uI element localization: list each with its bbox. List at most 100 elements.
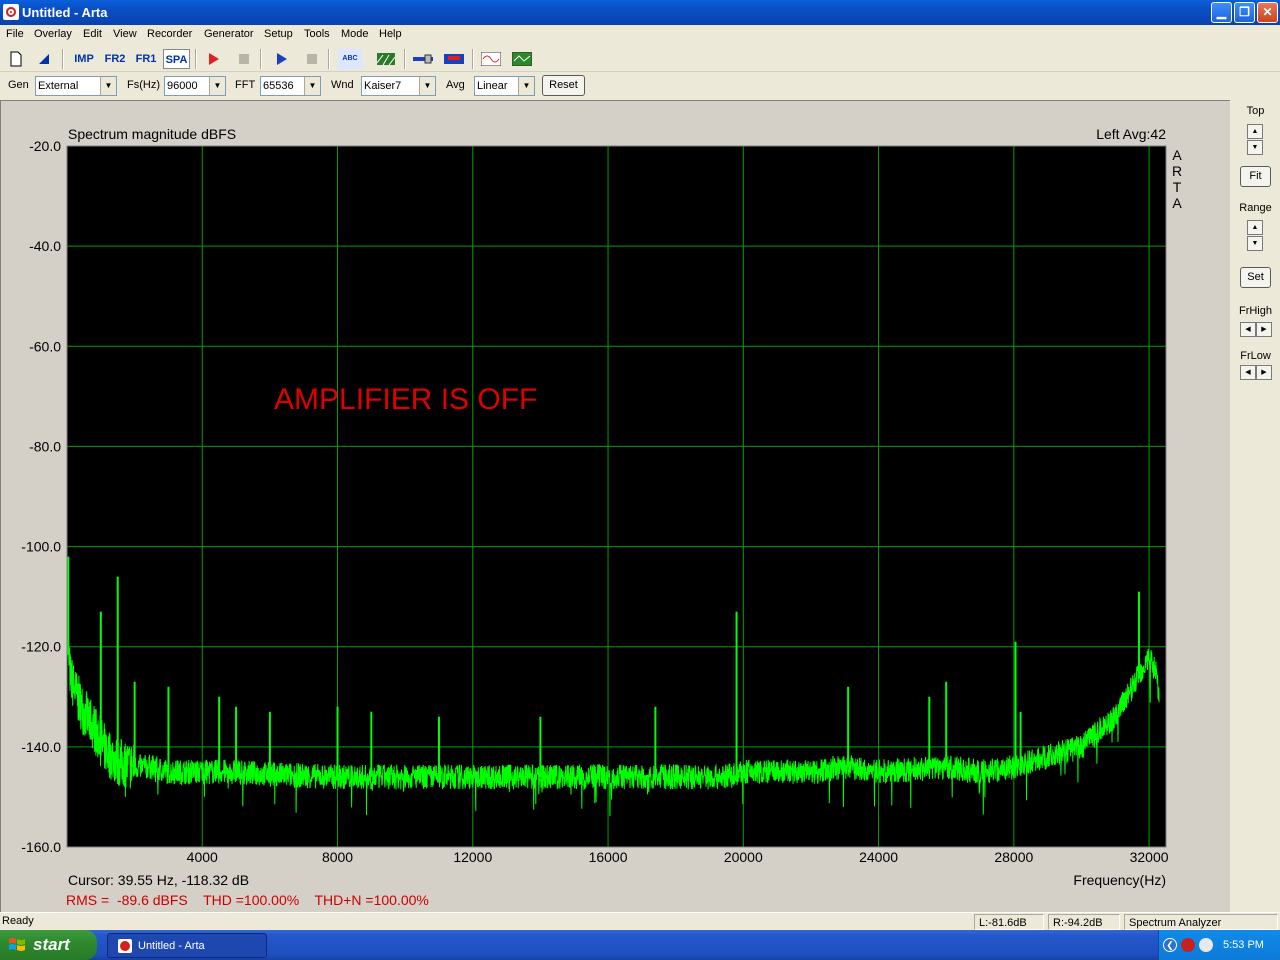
menu-overlay[interactable]: Overlay: [34, 28, 72, 40]
y-tick-label: -80.0: [29, 438, 61, 454]
left-level-readout: L:-81.6dB: [974, 914, 1044, 930]
x-tick-label: 32000: [1130, 849, 1169, 865]
spectrum-chart[interactable]: 4000 8000 12000 16000 20000 24000 28000 32000 -2…: [0, 100, 1230, 912]
y-tick-label: -140.0: [21, 739, 61, 755]
y-tick-label: -60.0: [29, 338, 61, 354]
stop-icon: [239, 54, 249, 64]
fft-select[interactable]: 65536 ▼: [260, 76, 321, 96]
frhigh-right-button[interactable]: ▶: [1256, 322, 1272, 337]
level-meter-icon: [413, 54, 433, 64]
menu-mode[interactable]: Mode: [341, 28, 369, 40]
top-up-button[interactable]: ▲: [1247, 124, 1263, 139]
spa-mode-button[interactable]: SPA: [163, 49, 190, 69]
menu-tools[interactable]: Tools: [304, 28, 330, 40]
chevron-left-icon[interactable]: ❮: [1163, 938, 1177, 952]
fs-select[interactable]: 96000 ▼: [164, 76, 226, 96]
title-bar: Untitled - Arta ▁ ❐ ✕: [0, 0, 1280, 25]
status-ready: Ready: [2, 915, 34, 927]
maximize-button[interactable]: ❐: [1234, 2, 1255, 23]
start-button[interactable]: start: [0, 930, 97, 960]
y-tick-label: -40.0: [29, 238, 61, 254]
overlay-icon: [376, 53, 396, 66]
frlow-right-button[interactable]: ▶: [1256, 365, 1272, 380]
overlay-button[interactable]: [375, 49, 397, 69]
x-tick-label: 12000: [453, 849, 492, 865]
toolbar: IMP FR2 FR1 SPA ABC: [0, 46, 1280, 72]
signal-monitor-button[interactable]: [511, 49, 533, 69]
amplifier-off-annotation: AMPLIFIER IS OFF: [274, 383, 537, 416]
open-button[interactable]: [33, 49, 55, 69]
frlow-label: FrLow: [1240, 350, 1271, 362]
status-bar: Ready L:-81.6dB R:-94.2dB Spectrum Analy…: [0, 912, 1280, 930]
chevron-down-icon[interactable]: ▼: [419, 77, 435, 95]
generator-stop-button[interactable]: [301, 49, 323, 69]
minimize-button[interactable]: ▁: [1211, 2, 1232, 23]
toolbar-separator: [404, 49, 406, 69]
new-document-icon: [10, 51, 22, 67]
menu-generator[interactable]: Generator: [204, 28, 254, 40]
new-document-button[interactable]: [5, 49, 27, 69]
level-meter-button[interactable]: [412, 49, 434, 69]
chevron-down-icon[interactable]: ▼: [100, 77, 116, 95]
frlow-left-button[interactable]: ◀: [1240, 365, 1256, 380]
scale-control-panel: Top ▲ ▼ Fit Range ▲ ▼ Set FrHigh ◀ ▶ FrL…: [1231, 100, 1280, 912]
close-button[interactable]: ✕: [1257, 2, 1278, 23]
network-icon[interactable]: [1199, 938, 1213, 952]
abc-button[interactable]: ABC: [338, 49, 362, 69]
play-blue-icon: [277, 53, 287, 65]
menu-file[interactable]: File: [6, 28, 24, 40]
record-stop-button[interactable]: [233, 49, 255, 69]
x-tick-label: 8000: [322, 849, 353, 865]
fit-button[interactable]: Fit: [1240, 166, 1271, 187]
sine-wave-icon: [480, 51, 502, 67]
frhigh-left-button[interactable]: ◀: [1240, 322, 1256, 337]
toolbar-separator: [328, 49, 330, 69]
fr2-mode-button[interactable]: FR2: [102, 49, 128, 69]
plot-title: Spectrum magnitude dBFS: [68, 126, 236, 142]
x-tick-label: 16000: [589, 849, 628, 865]
set-button[interactable]: Set: [1240, 267, 1271, 288]
top-label: Top: [1246, 105, 1265, 117]
y-tick-label: -160.0: [21, 839, 61, 855]
range-up-button[interactable]: ▲: [1247, 220, 1263, 235]
gen-select[interactable]: External ▼: [35, 76, 117, 96]
start-label: start: [33, 935, 70, 954]
taskbar-item-label: Untitled - Arta: [138, 940, 205, 952]
imp-mode-button[interactable]: IMP: [71, 49, 97, 69]
fft-label: FFT: [235, 79, 256, 91]
system-tray: ❮ 5:53 PM: [1158, 930, 1280, 960]
open-icon: [39, 54, 49, 64]
wnd-select[interactable]: Kaiser7 ▼: [361, 76, 436, 96]
taskbar-item-arta[interactable]: Untitled - Arta: [107, 933, 267, 958]
generator-play-button[interactable]: [270, 49, 292, 69]
arta-app-icon[interactable]: [3, 4, 19, 20]
reset-button[interactable]: Reset: [542, 75, 585, 96]
menu-setup[interactable]: Setup: [264, 28, 293, 40]
color-spectrum-button[interactable]: [443, 49, 465, 69]
menu-edit[interactable]: Edit: [83, 28, 102, 40]
menu-view[interactable]: View: [113, 28, 137, 40]
arta-app-icon: [118, 939, 132, 953]
chevron-down-icon[interactable]: ▼: [209, 77, 225, 95]
window-title: Untitled - Arta: [22, 5, 108, 20]
avg-select[interactable]: Linear ▼: [474, 76, 535, 96]
gen-label: Gen: [8, 79, 29, 91]
cursor-readout: Cursor: 39.55 Hz, -118.32 dB: [68, 872, 249, 888]
record-play-button[interactable]: [202, 49, 224, 69]
menu-bar: File Overlay Edit View Recorder Generato…: [0, 25, 1280, 45]
range-down-button[interactable]: ▼: [1247, 236, 1263, 251]
avg-label: Avg: [446, 79, 465, 91]
chevron-down-icon[interactable]: ▼: [518, 77, 534, 95]
menu-recorder[interactable]: Recorder: [147, 28, 192, 40]
oscilloscope-button[interactable]: [480, 49, 502, 69]
channel-info: Left Avg:42: [1096, 126, 1166, 142]
fft-select-value: 65536: [263, 80, 294, 92]
security-shield-icon[interactable]: [1181, 938, 1195, 952]
green-wave-icon: [511, 51, 533, 67]
wnd-select-value: Kaiser7: [364, 80, 402, 92]
chevron-down-icon[interactable]: ▼: [304, 77, 320, 95]
taskbar: start Untitled - Arta ❮ 5:53 PM: [0, 930, 1280, 960]
menu-help[interactable]: Help: [379, 28, 402, 40]
fr1-mode-button[interactable]: FR1: [133, 49, 159, 69]
top-down-button[interactable]: ▼: [1247, 140, 1263, 155]
